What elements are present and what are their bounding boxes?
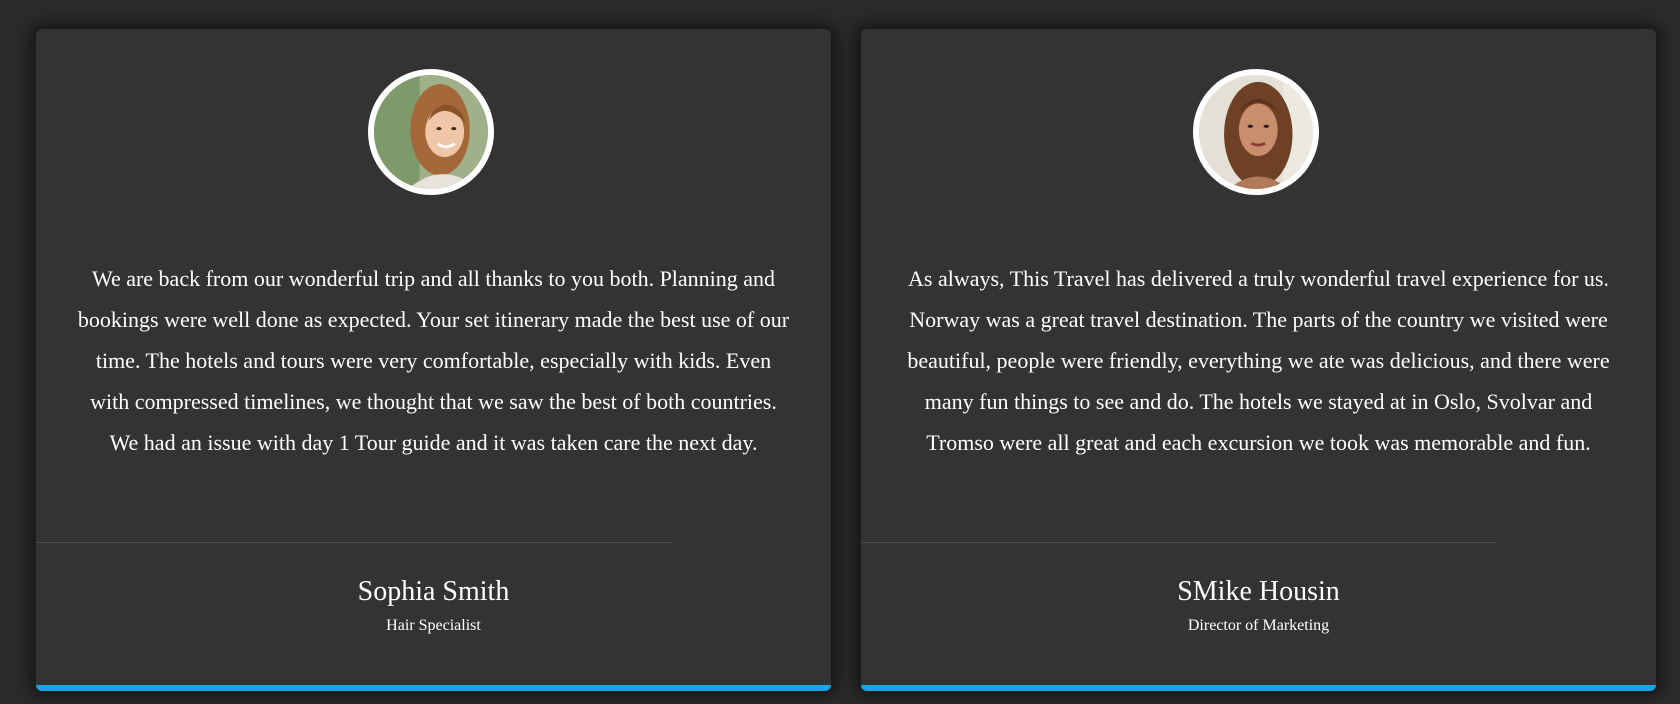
testimonial-quote: We are back from our wonderful trip and … [77, 266, 790, 455]
testimonial-quote: As always, This Travel has delivered a t… [907, 266, 1610, 455]
woman-portrait-icon [373, 75, 488, 189]
testimonial-card: As always, This Travel has delivered a t… [861, 29, 1656, 691]
avatar [1192, 69, 1319, 195]
testimonial-author-role: Hair Specialist [386, 617, 481, 634]
testimonial-author-name: Sophia Smith [357, 576, 510, 607]
testimonials-section: We are back from our wonderful trip and … [0, 0, 1680, 704]
testimonial-author-role: Director of Marketing [1187, 617, 1330, 634]
woman-portrait-icon [1198, 75, 1313, 189]
testimonial-author-name: SMike Housin [1177, 576, 1340, 607]
divider [861, 542, 1497, 543]
testimonial-card: We are back from our wonderful trip and … [36, 29, 831, 691]
avatar [367, 69, 494, 195]
divider [36, 542, 672, 543]
